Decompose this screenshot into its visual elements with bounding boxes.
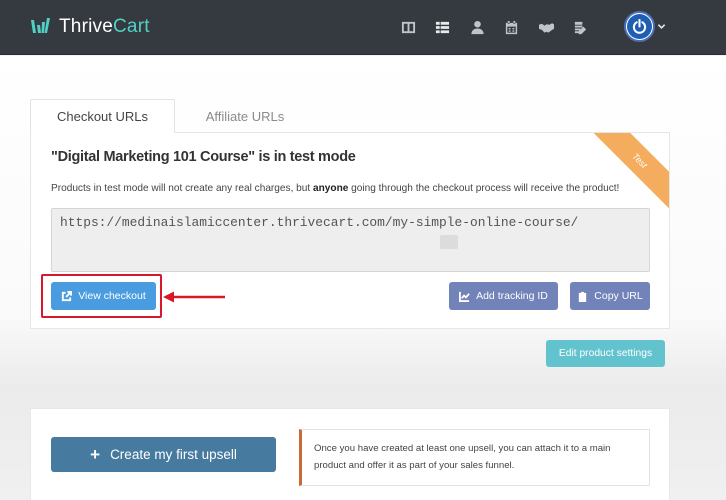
calendar-icon[interactable]: [501, 16, 523, 38]
add-tracking-label: Add tracking ID: [476, 290, 548, 302]
logo-mark-icon: [31, 18, 50, 33]
test-ribbon: Test: [587, 133, 669, 212]
columns-icon[interactable]: [397, 16, 419, 38]
plus-icon: +: [90, 445, 101, 464]
arrow-left-icon: [163, 291, 225, 303]
create-upsell-button[interactable]: + Create my first upsell: [51, 437, 276, 472]
view-checkout-highlight: [41, 274, 162, 318]
nav-icon-group: [397, 16, 604, 38]
tab-affiliate-urls[interactable]: Affiliate URLs: [176, 99, 314, 133]
handshake-icon[interactable]: [535, 16, 557, 38]
list-icon[interactable]: [432, 16, 454, 38]
test-mode-description: Products in test mode will not create an…: [51, 183, 620, 194]
chevron-down-icon[interactable]: [657, 22, 666, 31]
tab-checkout-urls[interactable]: Checkout URLs: [30, 99, 175, 133]
checkout-url-text: https://medinaislamiccenter.thrivecart.c…: [60, 215, 579, 230]
edit-doc-icon[interactable]: [570, 16, 592, 38]
clipboard-icon: [579, 291, 587, 302]
upsell-info-note: Once you have created at least one upsel…: [299, 429, 650, 486]
power-icon: [632, 19, 647, 34]
logo-text: ThriveCart: [59, 16, 150, 37]
avatar[interactable]: [624, 11, 655, 42]
create-upsell-label: Create my first upsell: [110, 447, 237, 462]
edit-product-settings-button[interactable]: Edit product settings: [546, 340, 665, 367]
add-tracking-id-button[interactable]: Add tracking ID: [449, 282, 558, 310]
top-nav-bar: ThriveCart: [0, 0, 726, 55]
upsell-card: + Create my first upsell Once you have c…: [30, 408, 670, 500]
logo[interactable]: ThriveCart: [30, 15, 150, 39]
card-title: "Digital Marketing 101 Course" is in tes…: [51, 149, 356, 165]
chart-line-icon: [459, 291, 470, 302]
copy-url-button[interactable]: Copy URL: [570, 282, 650, 310]
user-icon[interactable]: [466, 16, 488, 38]
cursor-overlay: [440, 235, 458, 249]
checkout-url-field[interactable]: https://medinaislamiccenter.thrivecart.c…: [51, 208, 650, 272]
copy-url-label: Copy URL: [594, 290, 643, 302]
